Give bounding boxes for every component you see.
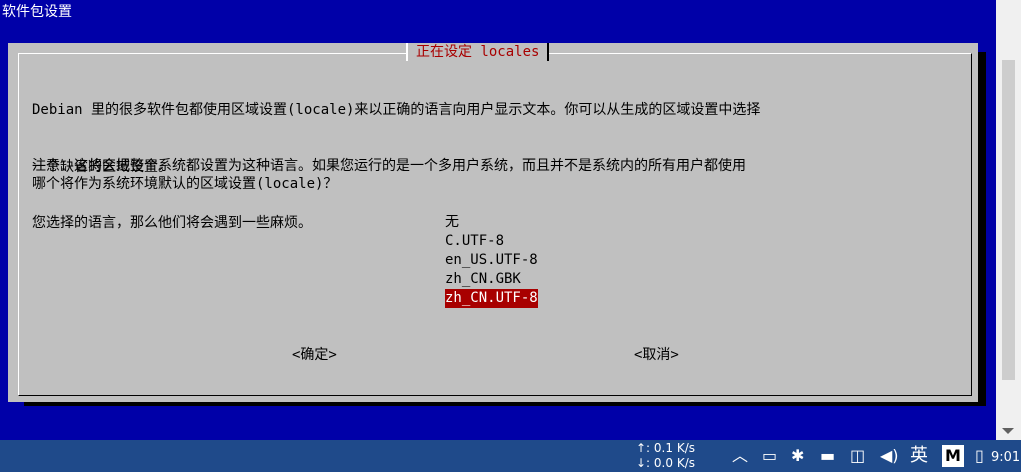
note-line-2: 您选择的语言，那么他们将会遇到一些麻烦。 <box>32 215 312 231</box>
description-line-1: Debian 里的很多软件包都使用区域设置(locale)来以正确的语言向用户显… <box>32 102 761 118</box>
volume-icon[interactable]: ◀) <box>880 446 899 466</box>
download-speed: 0.0 K/s <box>653 456 695 470</box>
vertical-scrollbar[interactable] <box>996 0 1021 440</box>
locale-option-none[interactable]: 无 <box>445 213 538 232</box>
locale-option-zh-cn-utf8-selected[interactable]: zh_CN.UTF-8 <box>445 289 538 308</box>
download-arrow-icon: ↓: <box>636 456 654 470</box>
upload-speed: 0.1 K/s <box>653 441 695 455</box>
scrollbar-thumb[interactable] <box>1002 60 1015 380</box>
locale-option-en-us-utf8[interactable]: en_US.UTF-8 <box>445 251 538 270</box>
network-icon[interactable]: ◫ <box>850 446 865 466</box>
clock[interactable]: 9:01 <box>991 448 1020 468</box>
network-speed: ↑: 0.1 K/s ↓: 0.0 K/s <box>636 441 695 471</box>
taskbar: ↑: 0.1 K/s ↓: 0.0 K/s ︿ ▭ ✱ ▬ ◫ ◀) 英 M ▯… <box>0 440 1021 472</box>
note-paragraph: 注意：这将会把整个系统都设置为这种语言。如果您运行的是一个多用户系统，而且并不是… <box>32 119 746 271</box>
option-label: en_US.UTF-8 <box>445 252 538 268</box>
upload-arrow-icon: ↑: <box>636 441 654 455</box>
locale-option-zh-cn-gbk[interactable]: zh_CN.GBK <box>445 270 538 289</box>
note-line-1: 注意：这将会把整个系统都设置为这种语言。如果您运行的是一个多用户系统，而且并不是… <box>32 158 746 174</box>
locale-option-c-utf8[interactable]: C.UTF-8 <box>445 232 538 251</box>
bluetooth-icon[interactable]: ✱ <box>791 446 804 466</box>
option-label: 无 <box>445 214 459 230</box>
m-app-icon[interactable]: M <box>942 445 964 467</box>
option-label: C.UTF-8 <box>445 233 505 249</box>
chevron-up-icon[interactable]: ︿ <box>732 446 748 466</box>
tablet-icon[interactable]: ▭ <box>762 446 777 466</box>
dialog-title: 正在设定 locales <box>406 43 550 61</box>
locale-dialog: 正在设定 locales Debian 里的很多软件包都使用区域设置(local… <box>8 43 978 402</box>
ime-indicator[interactable]: 英 <box>910 446 928 466</box>
locale-option-list[interactable]: 无 C.UTF-8 en_US.UTF-8 zh_CN.GBK zh_CN.UT… <box>445 213 538 308</box>
window-title: 软件包设置 <box>2 4 72 20</box>
option-label: zh_CN.GBK <box>445 271 521 287</box>
battery-icon[interactable]: ▬ <box>820 446 835 466</box>
cancel-button[interactable]: <取消> <box>634 346 679 365</box>
ok-button[interactable]: <确定> <box>292 346 337 365</box>
message-icon[interactable]: ▯ <box>975 446 984 466</box>
question-text: 哪个将作为系统环境默认的区域设置(locale)？ <box>32 176 338 192</box>
locale-option-zh-cn-utf8-row[interactable]: zh_CN.UTF-8 <box>445 289 538 308</box>
scroll-down-arrow-icon[interactable] <box>1002 428 1014 434</box>
